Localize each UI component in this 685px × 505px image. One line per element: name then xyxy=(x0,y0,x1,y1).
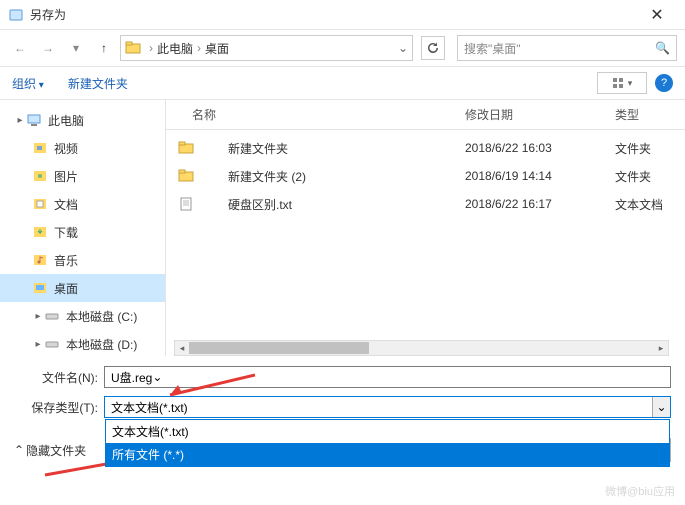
breadcrumb-thispc[interactable]: 此电脑 xyxy=(157,40,193,57)
close-icon[interactable]: ✕ xyxy=(637,5,677,25)
folder-icon xyxy=(125,40,141,56)
search-placeholder: 搜索"桌面" xyxy=(464,40,521,57)
up-button[interactable]: ↑ xyxy=(92,36,116,60)
file-row[interactable]: 硬盘区别.txt 2018/6/22 16:17 文本文档 xyxy=(166,190,685,218)
savetype-option-all[interactable]: 所有文件 (*.*) xyxy=(106,443,669,466)
navigation-tree: ▸此电脑 视频 图片 文档 下载 音乐 桌面 ▸本地磁盘 (C:) ▸本地磁盘 … xyxy=(0,100,165,356)
recent-dropdown[interactable]: ▾ xyxy=(64,36,88,60)
folder-icon xyxy=(178,168,194,184)
tree-videos[interactable]: 视频 xyxy=(0,134,165,162)
scroll-thumb[interactable] xyxy=(189,342,369,354)
watermark: 微博@biu应用 xyxy=(605,483,675,499)
savetype-option-txt[interactable]: 文本文档(*.txt) xyxy=(106,420,669,443)
title-bar: 另存为 ✕ xyxy=(0,0,685,30)
chevron-down-icon[interactable]: ⌄ xyxy=(652,397,670,417)
dialog-body: ▸此电脑 视频 图片 文档 下载 音乐 桌面 ▸本地磁盘 (C:) ▸本地磁盘 … xyxy=(0,100,685,356)
window-title: 另存为 xyxy=(30,6,637,23)
tree-disk-c[interactable]: ▸本地磁盘 (C:) xyxy=(0,302,165,330)
breadcrumb[interactable]: › 此电脑 › 桌面 ⌄ xyxy=(120,35,413,61)
refresh-button[interactable] xyxy=(421,36,445,60)
scroll-right-arrow[interactable]: ▸ xyxy=(654,341,668,355)
horizontal-scrollbar[interactable]: ◂ ▸ xyxy=(174,340,669,356)
folder-icon xyxy=(178,140,194,156)
chevron-right-icon: › xyxy=(149,41,153,55)
savetype-dropdown-list: 文本文档(*.txt) 所有文件 (*.*) xyxy=(105,419,670,467)
column-date[interactable]: 修改日期 xyxy=(455,106,605,123)
tree-downloads[interactable]: 下载 xyxy=(0,218,165,246)
file-list-header: 名称 修改日期 类型 xyxy=(166,100,685,130)
chevron-up-icon: ⌃ xyxy=(14,443,24,457)
chevron-right-icon: › xyxy=(197,41,201,55)
save-form: 文件名(N): U盘.reg ⌄ 保存类型(T): 文本文档(*.txt) ⌄ … xyxy=(0,356,685,434)
hide-folders-toggle[interactable]: ⌃ 隐藏文件夹 xyxy=(14,442,86,459)
column-name[interactable]: 名称 xyxy=(166,106,455,123)
app-icon xyxy=(8,7,24,23)
tree-disk-d[interactable]: ▸本地磁盘 (D:) xyxy=(0,330,165,356)
savetype-dropdown[interactable]: 文本文档(*.txt) ⌄ 文本文档(*.txt) 所有文件 (*.*) xyxy=(104,396,671,418)
file-row[interactable]: 新建文件夹 (2) 2018/6/19 14:14 文件夹 xyxy=(166,162,685,190)
tree-music[interactable]: 音乐 xyxy=(0,246,165,274)
tree-pictures[interactable]: 图片 xyxy=(0,162,165,190)
chevron-down-icon[interactable]: ⌄ xyxy=(398,41,408,55)
column-type[interactable]: 类型 xyxy=(605,106,685,123)
help-button[interactable]: ? xyxy=(655,74,673,92)
txt-file-icon xyxy=(178,196,194,212)
savetype-label: 保存类型(T): xyxy=(14,399,104,416)
file-list: 新建文件夹 2018/6/22 16:03 文件夹 新建文件夹 (2) 2018… xyxy=(166,130,685,356)
back-button[interactable]: ← xyxy=(8,36,32,60)
file-row[interactable]: 新建文件夹 2018/6/22 16:03 文件夹 xyxy=(166,134,685,162)
filename-input[interactable]: U盘.reg ⌄ xyxy=(104,366,671,388)
filename-label: 文件名(N): xyxy=(14,369,104,386)
search-input[interactable]: 搜索"桌面" 🔍 xyxy=(457,35,677,61)
organize-menu[interactable]: 组织 xyxy=(12,75,44,92)
file-list-area: 名称 修改日期 类型 新建文件夹 2018/6/22 16:03 文件夹 新建文… xyxy=(165,100,685,356)
search-icon: 🔍 xyxy=(655,41,670,55)
tree-this-pc[interactable]: ▸此电脑 xyxy=(0,106,165,134)
tree-documents[interactable]: 文档 xyxy=(0,190,165,218)
toolbar: 组织 新建文件夹 ▾ ? xyxy=(0,66,685,100)
filename-history-dropdown[interactable]: ⌄ xyxy=(152,370,162,384)
new-folder-button[interactable]: 新建文件夹 xyxy=(68,75,128,92)
breadcrumb-desktop[interactable]: 桌面 xyxy=(205,40,229,57)
view-options-button[interactable]: ▾ xyxy=(597,72,647,94)
tree-desktop[interactable]: 桌面 xyxy=(0,274,165,302)
forward-button: → xyxy=(36,36,60,60)
nav-bar: ← → ▾ ↑ › 此电脑 › 桌面 ⌄ 搜索"桌面" 🔍 xyxy=(0,30,685,66)
scroll-left-arrow[interactable]: ◂ xyxy=(175,341,189,355)
